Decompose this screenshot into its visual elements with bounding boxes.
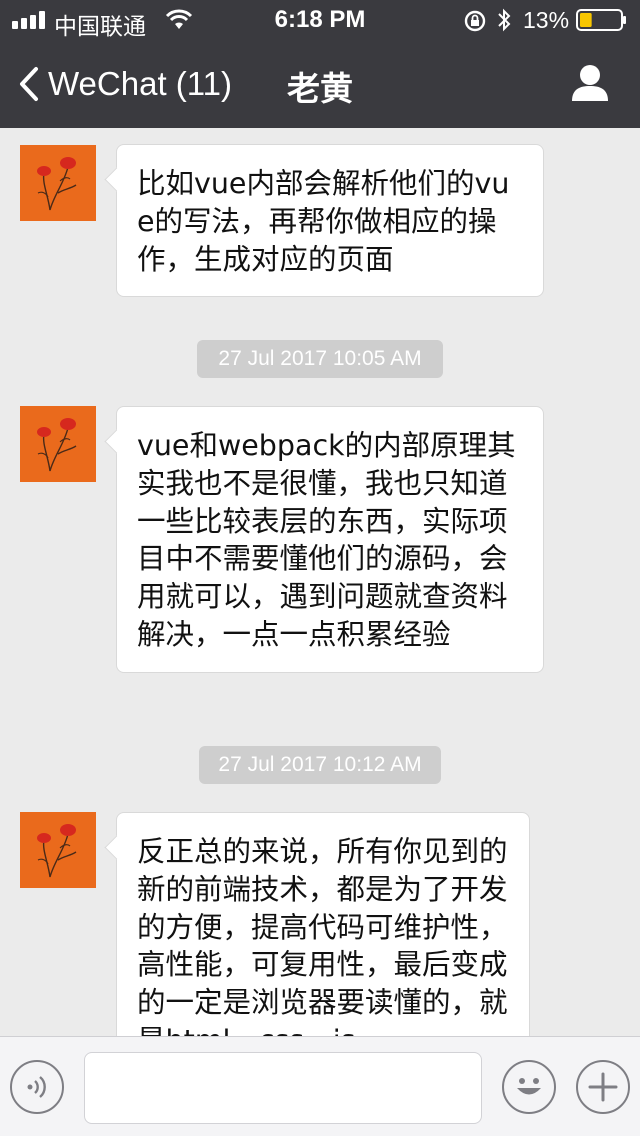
message-input[interactable] [84,1052,482,1124]
voice-icon [27,1076,46,1098]
bluetooth-icon [498,8,511,32]
battery-percent: 13% [523,7,570,33]
contact-avatar[interactable] [20,406,96,482]
chat-title: 老黄 [287,69,353,108]
contact-avatar[interactable] [20,145,96,221]
voice-button[interactable] [10,1060,64,1114]
message-text: vue和webpack的内部原理其实我也不是很懂，我也只知道一些比较表层的东西，… [137,429,516,651]
flower-icon [20,812,96,888]
status-bar: 中国联通 6:18 PM 13% [0,0,640,40]
input-bar [0,1036,640,1136]
more-button[interactable] [576,1060,630,1114]
contact-avatar[interactable] [20,812,96,888]
message-text: 比如vue内部会解析他们的vue的写法，再帮你做相应的操作，生成对应的页面 [137,167,510,276]
emoji-icon [517,1078,541,1095]
nav-bar: WeChat (11) 老黄 [0,40,640,128]
message-text: 反正总的来说，所有你见到的新的前端技术，都是为了开发的方便，提高代码可维护性，高… [137,835,508,1036]
timestamp: 27 Jul 2017 10:12 AM [199,746,441,784]
orientation-lock-icon [464,10,486,32]
message-bubble[interactable]: 比如vue内部会解析他们的vue的写法，再帮你做相应的操作，生成对应的页面 [116,144,544,298]
flower-icon [20,145,96,221]
flower-icon [20,406,96,482]
battery-icon [576,9,626,31]
timestamp: 27 Jul 2017 10:05 AM [197,340,443,378]
emoji-button[interactable] [502,1060,556,1114]
timestamp-text: 27 Jul 2017 10:12 AM [218,753,422,776]
profile-icon[interactable] [570,64,610,102]
plus-icon [588,1072,618,1102]
timestamp-text: 27 Jul 2017 10:05 AM [218,347,422,370]
message-bubble[interactable]: 反正总的来说，所有你见到的新的前端技术，都是为了开发的方便，提高代码可维护性，高… [116,812,530,1036]
message-bubble[interactable]: vue和webpack的内部原理其实我也不是很懂，我也只知道一些比较表层的东西，… [116,406,544,673]
chat-area[interactable]: 比如vue内部会解析他们的vue的写法，再帮你做相应的操作，生成对应的页面 27… [0,128,640,1036]
